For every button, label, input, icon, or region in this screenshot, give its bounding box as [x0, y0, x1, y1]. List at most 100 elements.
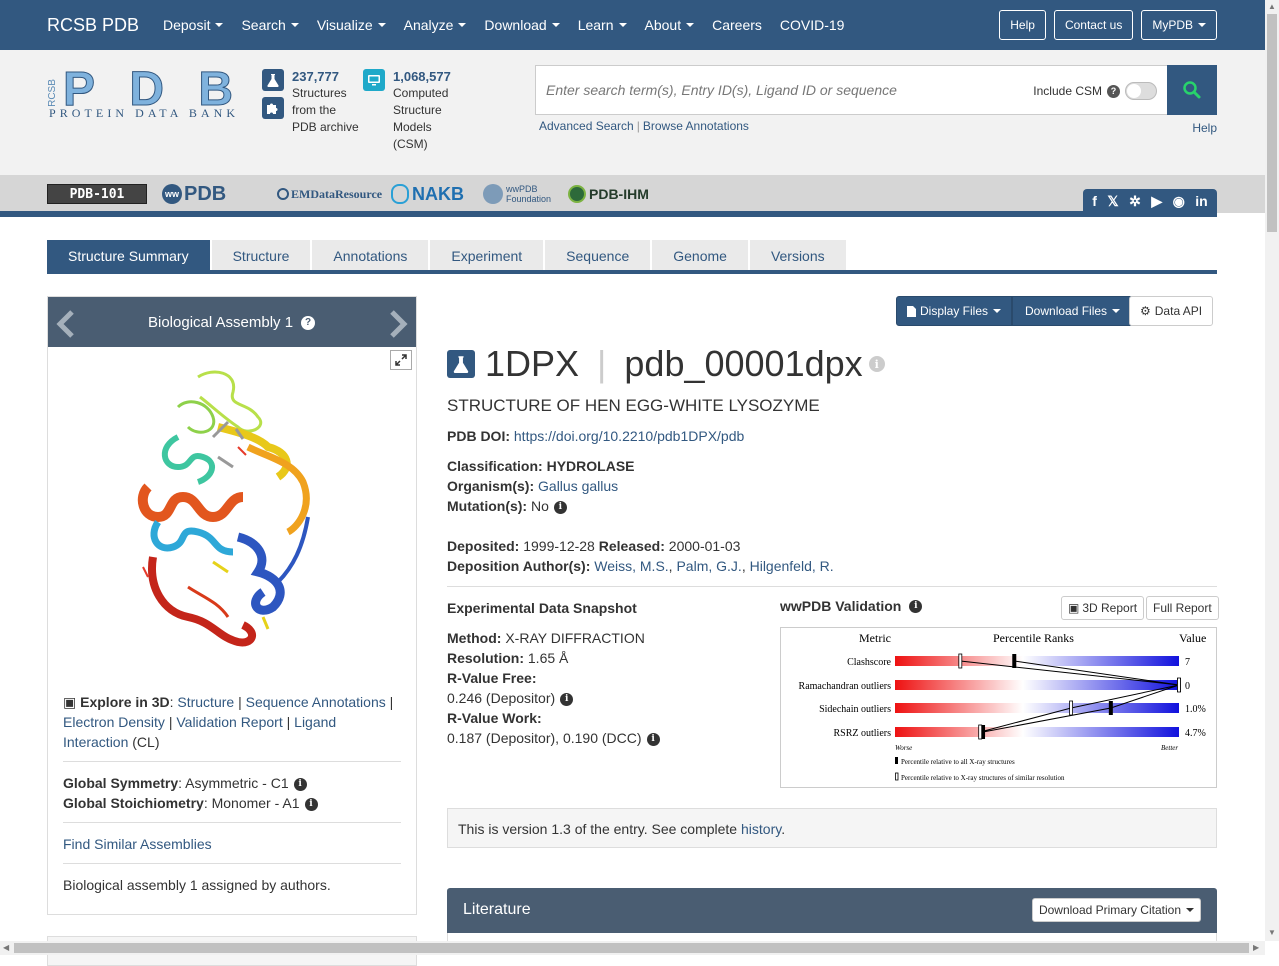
- doi-link[interactable]: https://doi.org/10.2210/pdb1DPX/pdb: [514, 428, 744, 444]
- tab-genome[interactable]: Genome: [652, 240, 748, 272]
- contact-button[interactable]: Contact us: [1053, 10, 1134, 40]
- history-link[interactable]: history: [741, 821, 781, 837]
- nav-menu-covid-19[interactable]: COVID-19: [780, 17, 845, 33]
- browse-annotations-link[interactable]: Browse Annotations: [643, 119, 749, 133]
- bluesky-icon[interactable]: ✲: [1129, 193, 1141, 210]
- method-value: X-RAY DIFFRACTION: [505, 630, 645, 646]
- deposited-label: Deposited:: [447, 538, 520, 554]
- nav-menu-deposit[interactable]: Deposit: [163, 17, 224, 33]
- facebook-icon[interactable]: f: [1092, 193, 1097, 209]
- nakb-icon: [391, 184, 409, 204]
- tab-sequence[interactable]: Sequence: [545, 240, 651, 272]
- nav-menu-careers[interactable]: Careers: [712, 17, 762, 33]
- display-files-button[interactable]: Display Files: [896, 296, 1013, 326]
- find-similar-assemblies-link[interactable]: Find Similar Assemblies: [63, 834, 401, 854]
- nav-menu-analyze[interactable]: Analyze: [404, 17, 467, 33]
- linkedin-icon[interactable]: in: [1195, 193, 1207, 209]
- data-api-button[interactable]: ⚙ Data API: [1129, 296, 1214, 326]
- dates-row: Deposited: 1999-12-28 Released: 2000-01-…: [447, 538, 740, 554]
- youtube-icon[interactable]: ▶: [1151, 193, 1162, 210]
- explore-validation-report-link[interactable]: Validation Report: [176, 714, 282, 730]
- divider: [63, 863, 401, 864]
- explore-electron-density-link[interactable]: Electron Density: [63, 714, 165, 730]
- csm-count-link[interactable]: 1,068,577: [393, 68, 451, 85]
- nav-menu-label: Visualize: [316, 17, 373, 33]
- snapshot-heading-text: Experimental Data Snapshot: [447, 600, 637, 616]
- advanced-search-link[interactable]: Advanced Search: [539, 119, 634, 133]
- search-help-link[interactable]: Help: [1192, 121, 1217, 135]
- tab-experiment[interactable]: Experiment: [430, 240, 544, 272]
- method-label: Method:: [447, 630, 502, 646]
- nav-menu-learn[interactable]: Learn: [578, 17, 627, 33]
- scroll-right-icon[interactable]: ▶: [1253, 943, 1259, 952]
- emdr-logo[interactable]: EMDataResource: [277, 184, 382, 204]
- author-link[interactable]: Weiss, M.S.: [594, 558, 668, 574]
- pdb-ihm-logo[interactable]: PDB-IHM: [568, 184, 649, 204]
- x-twitter-icon[interactable]: 𝕏: [1107, 193, 1118, 210]
- mypdb-button[interactable]: MyPDB: [1141, 10, 1217, 40]
- rcsb-pdb-logo[interactable]: RCSB PDB PROTEIN DATA BANK: [47, 63, 237, 121]
- scroll-left-icon[interactable]: ◀: [3, 943, 9, 952]
- explore-structure-link[interactable]: Structure: [177, 694, 234, 710]
- nav-menu-about[interactable]: About: [645, 17, 695, 33]
- download-files-button[interactable]: Download Files: [1012, 296, 1134, 326]
- pdb101-logo[interactable]: PDB-101: [47, 184, 147, 204]
- tab-annotations[interactable]: Annotations: [312, 240, 429, 272]
- info-icon[interactable]: i: [646, 732, 660, 746]
- info-icon[interactable]: i: [909, 599, 923, 613]
- 3d-report-button[interactable]: ▣ 3D Report: [1061, 596, 1145, 620]
- version-text: This is version 1.3 of the entry. See co…: [458, 821, 741, 837]
- classification-row: Classification: HYDROLASE: [447, 458, 635, 474]
- stat2-line3: Models: [393, 120, 432, 134]
- scroll-up-icon[interactable]: ▲: [1268, 2, 1276, 11]
- horizontal-scrollbar[interactable]: ◀ ▶: [0, 941, 1265, 955]
- 3d-report-label: 3D Report: [1082, 601, 1138, 615]
- nav-menu-search[interactable]: Search: [241, 17, 299, 33]
- nakb-logo[interactable]: NAKB: [391, 184, 464, 204]
- info-icon[interactable]: i: [304, 797, 318, 811]
- question-icon[interactable]: ?: [301, 315, 316, 330]
- pdb-count-link[interactable]: 237,777: [292, 68, 359, 85]
- help-button[interactable]: Help: [999, 10, 1046, 40]
- organism-link[interactable]: Gallus gallus: [538, 478, 618, 494]
- 3d-structure-image[interactable]: [118, 367, 348, 657]
- wwpdb-logo[interactable]: ww PDB: [162, 183, 226, 205]
- chevron-down-icon: [1112, 309, 1121, 313]
- next-assembly-icon[interactable]: [388, 309, 410, 346]
- validation-slider-chart[interactable]: Metric Percentile Ranks Value Clashscore…: [780, 627, 1217, 788]
- full-report-button[interactable]: Full Report: [1146, 596, 1219, 620]
- question-icon[interactable]: ?: [1107, 84, 1120, 98]
- tab-structure[interactable]: Structure: [211, 240, 311, 272]
- vertical-scrollbar[interactable]: ▲ ▼: [1265, 0, 1279, 941]
- download-citation-button[interactable]: Download Primary Citation: [1031, 898, 1201, 922]
- tab-structure-summary[interactable]: Structure Summary: [47, 240, 210, 272]
- github-icon[interactable]: ◉: [1173, 193, 1185, 210]
- info-icon[interactable]: i: [553, 500, 567, 514]
- search-button[interactable]: [1167, 65, 1217, 115]
- include-csm-toggle[interactable]: [1125, 82, 1157, 100]
- scroll-down-icon[interactable]: ▼: [1268, 928, 1276, 937]
- nav-menu-download[interactable]: Download: [484, 17, 560, 33]
- classification-link[interactable]: HYDROLASE: [547, 458, 635, 474]
- info-icon[interactable]: i: [293, 777, 307, 791]
- nav-menu-visualize[interactable]: Visualize: [317, 17, 386, 33]
- wwpdb-foundation-logo[interactable]: wwPDB Foundation: [483, 184, 554, 204]
- horizontal-scroll-thumb[interactable]: [14, 943, 1249, 953]
- vertical-scroll-thumb[interactable]: [1267, 14, 1277, 232]
- stat1-line3: PDB archive: [292, 120, 359, 134]
- search-input[interactable]: Enter search term(s), Entry ID(s), Ligan…: [535, 65, 1168, 115]
- info-icon[interactable]: i: [868, 356, 885, 372]
- prev-assembly-icon[interactable]: [54, 309, 76, 346]
- mutation-label: Mutation(s):: [447, 498, 528, 514]
- author-link[interactable]: Palm, G.J.: [676, 558, 741, 574]
- stat2-line2: Structure: [393, 103, 442, 117]
- info-icon[interactable]: i: [560, 692, 574, 706]
- similar-resolution-marker: [1177, 677, 1181, 693]
- explore-sequence-annotations-link[interactable]: Sequence Annotations: [246, 694, 386, 710]
- expand-icon[interactable]: [390, 350, 412, 370]
- assembly-title: Biological Assembly 1: [148, 314, 294, 331]
- author-link[interactable]: Hilgenfeld, R.: [750, 558, 834, 574]
- brand-link[interactable]: RCSB PDB: [47, 15, 139, 36]
- version-notice: This is version 1.3 of the entry. See co…: [447, 808, 1217, 848]
- tab-versions[interactable]: Versions: [749, 240, 846, 272]
